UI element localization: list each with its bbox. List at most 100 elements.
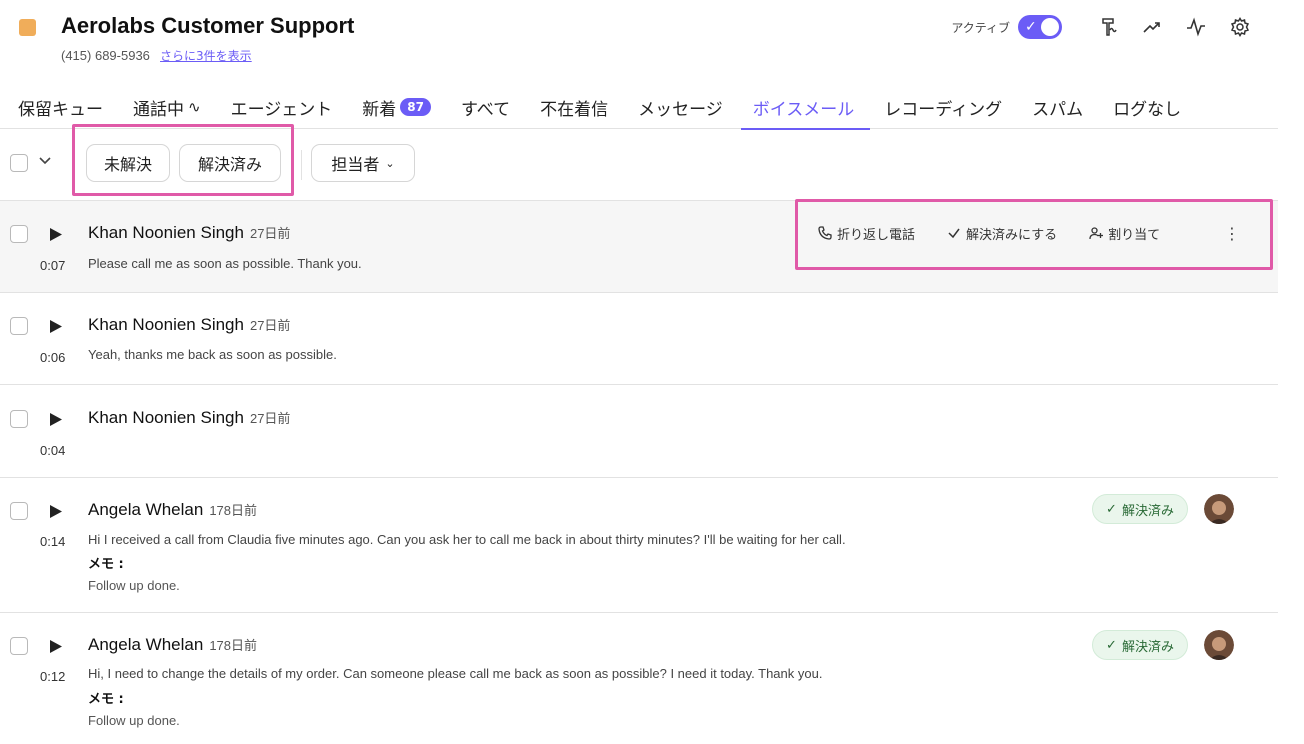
select-all-checkbox[interactable] [10,154,28,172]
phone-line: (415) 689-5936 さらに3件を表示 [61,47,252,64]
voicemail-transcript: Hi I received a call from Claudia five m… [88,532,846,547]
time-ago: 27日前 [249,411,291,426]
row-checkbox[interactable] [10,225,28,243]
more-options-icon[interactable]: ⋮ [1224,222,1240,244]
header-actions: アクティブ ✓ [951,12,1254,42]
caller-name-text: Angela Whelan [88,635,204,654]
memo-label: メモ : [88,557,124,572]
caller-name-text: Khan Noonien Singh [88,408,244,427]
caller-name[interactable]: Khan Noonien Singh 27日前 [88,315,290,335]
voicemail-drop-icon[interactable] [1094,13,1122,41]
assign-button[interactable]: 割り当て [1089,224,1160,243]
avatar[interactable] [1204,494,1234,524]
voicemail-row[interactable] [0,201,1278,293]
play-icon[interactable] [50,226,62,241]
voicemail-row[interactable] [0,385,1278,478]
check-icon: ✓ [1106,637,1117,653]
active-toggle[interactable]: ✓ [1018,15,1062,39]
row-checkbox[interactable] [10,410,28,428]
tab-new[interactable]: 新着 87 [362,85,431,129]
duration: 0:04 [40,443,66,458]
duration: 0:14 [40,534,66,549]
page-title: Aerolabs Customer Support [61,13,355,38]
check-icon: ✓ [1106,501,1117,517]
tab-bar: 保留キュー 通話中 ∿ エージェント 新着 87 すべて 不在着信 メッセージ ボイ… [0,85,1278,130]
tab-label: スパム [1032,99,1084,120]
voicemail-row[interactable] [0,293,1278,385]
tab-messages[interactable]: メッセージ [638,85,723,129]
caller-name[interactable]: Khan Noonien Singh 27日前 [88,223,290,243]
add-user-icon [1089,227,1104,240]
voicemail-transcript: Hi, I need to change the details of my o… [88,666,823,681]
gear-icon[interactable] [1226,13,1254,41]
voicemail-transcript: Please call me as soon as possible. Than… [88,256,362,271]
tab-label: メッセージ [638,99,723,120]
duration: 0:12 [40,669,66,684]
caller-name[interactable]: Angela Whelan 178日前 [88,635,257,655]
tab-label: ボイスメール [752,99,855,120]
status-label: 解決済み [1121,639,1174,655]
time-ago: 27日前 [249,226,291,241]
tab-spam[interactable]: スパム [1032,85,1083,129]
play-icon[interactable] [50,411,62,426]
tab-hold-queue[interactable]: 保留キュー [18,85,103,129]
memo-text: Follow up done. [88,578,180,593]
check-icon [948,228,960,239]
time-ago: 178日前 [209,503,258,518]
brand-color-icon [19,19,36,36]
mark-resolved-label: 解決済みにする [966,227,1058,243]
app-header: Aerolabs Customer Support (415) 689-5936… [0,0,1304,80]
tab-in-call[interactable]: 通話中 ∿ [133,85,201,129]
phone-icon [818,226,832,240]
memo-label: メモ : [88,692,124,707]
count-badge: 87 [400,98,431,116]
tab-label: ログなし [1113,99,1182,120]
caller-name-text: Khan Noonien Singh [88,315,244,334]
unresolved-filter-button[interactable]: 未解決 [86,144,170,182]
tab-agents[interactable]: エージェント [231,85,333,129]
tab-label: 通話中 [133,99,184,120]
tab-label: エージェント [230,99,333,120]
duration: 0:06 [40,350,66,365]
tab-label: 新着 [362,99,397,120]
play-icon[interactable] [50,318,62,333]
tab-recordings[interactable]: レコーディング [884,85,1002,129]
caller-name[interactable]: Khan Noonien Singh 27日前 [88,408,290,428]
play-icon[interactable] [50,503,62,518]
call-back-label: 折り返し電話 [837,227,916,243]
time-ago: 178日前 [209,638,258,653]
memo-text: Follow up done. [88,713,180,728]
chevron-down-icon[interactable] [37,152,53,168]
time-ago: 27日前 [249,318,291,333]
assign-label: 割り当て [1108,227,1161,243]
trending-icon[interactable] [1138,13,1166,41]
phone-number: (415) 689-5936 [61,48,150,63]
duration: 0:07 [40,258,66,273]
avatar[interactable] [1204,630,1234,660]
caller-name[interactable]: Angela Whelan 178日前 [88,500,257,520]
active-label: アクティブ [951,20,1010,35]
tab-missed[interactable]: 不在着信 [540,85,608,129]
show-more-link[interactable]: さらに3件を表示 [160,49,252,63]
tab-all[interactable]: すべて [461,85,510,129]
tab-no-log[interactable]: ログなし [1113,85,1181,129]
row-checkbox[interactable] [10,317,28,335]
sound-wave-icon: ∿ [188,98,201,116]
toggle-knob [1041,18,1059,36]
tab-voicemail[interactable]: ボイスメール [740,85,870,130]
assignee-dropdown[interactable]: 担当者 ⌄ [311,144,415,182]
resolved-filter-button[interactable]: 解決済み [179,144,281,182]
tab-label: すべて [460,99,511,120]
activity-icon[interactable] [1182,13,1210,41]
mark-resolved-button[interactable]: 解決済みにする [947,224,1057,243]
row-checkbox[interactable] [10,502,28,520]
assignee-label: 担当者 [331,155,380,174]
play-icon[interactable] [50,638,62,653]
row-checkbox[interactable] [10,637,28,655]
tab-label: レコーディング [884,99,1003,120]
chevron-down-icon: ⌄ [385,156,395,170]
voicemail-transcript: Yeah, thanks me back as soon as possible… [88,347,337,362]
status-label: 解決済み [1121,503,1174,519]
status-badge: ✓ 解決済み [1092,494,1188,524]
call-back-button[interactable]: 折り返し電話 [818,224,915,243]
